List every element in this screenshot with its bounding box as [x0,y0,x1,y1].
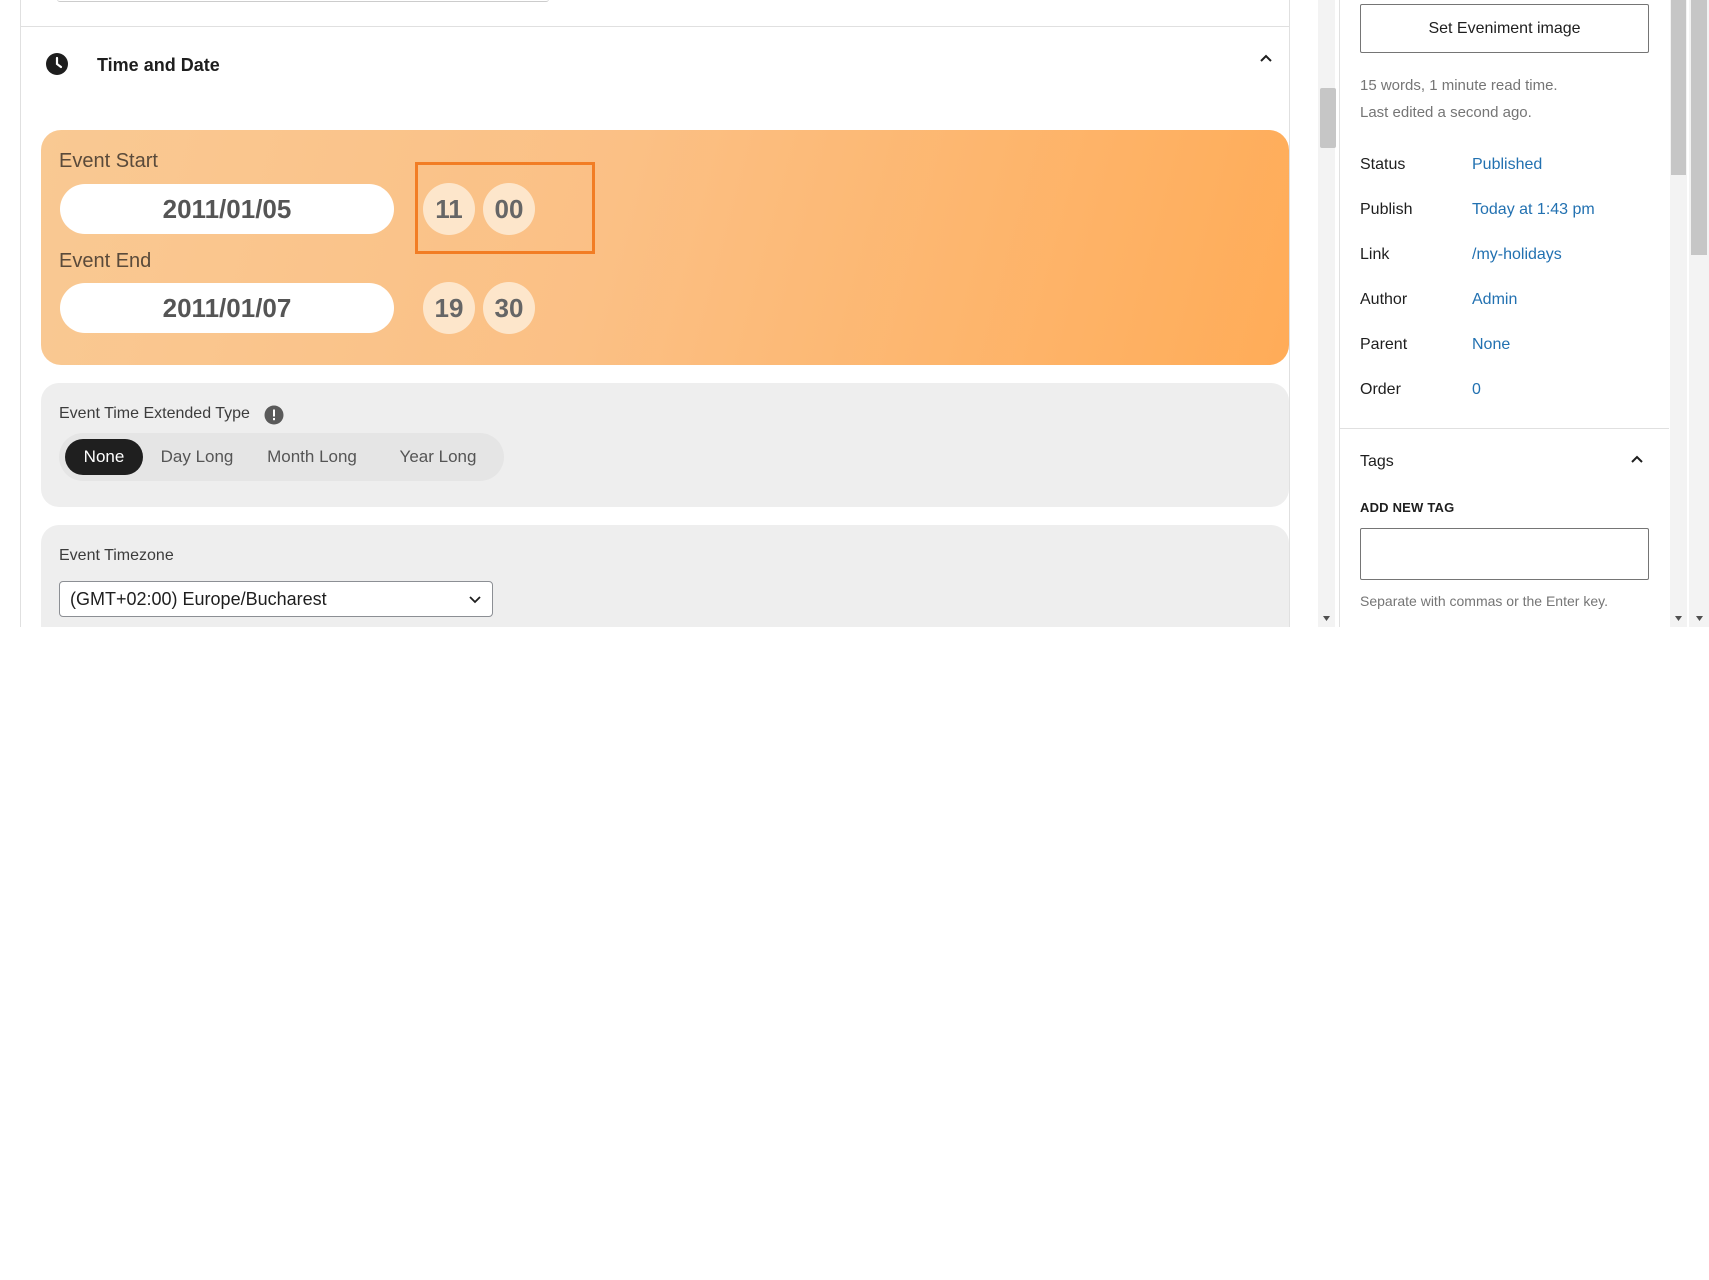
add-new-tag-label: ADD NEW TAG [1360,500,1455,515]
chevron-up-icon[interactable] [1254,47,1278,71]
parent-label: Parent [1360,336,1408,353]
sidebar-scrollbar-thumb[interactable] [1671,0,1686,175]
section-title: Time and Date [97,55,220,75]
author-label: Author [1360,291,1408,308]
extended-type-card: Event Time Extended Type None Day Long M… [41,383,1289,507]
event-end-date-input[interactable]: 2011/01/07 [60,283,394,333]
event-date-card: Event Start 2011/01/05 11 00 Event End 2… [41,130,1289,365]
chevron-down-icon [469,596,481,604]
segment-day-long[interactable]: Day Long [149,439,245,475]
segment-year-long[interactable]: Year Long [379,439,497,475]
event-end-label: Event End [59,250,152,272]
last-edited-text: Last edited a second ago. [1360,104,1532,121]
info-icon[interactable] [264,405,284,425]
set-featured-image-button[interactable]: Set Eveniment image [1360,4,1649,53]
extended-type-segmented-control: None Day Long Month Long Year Long [59,433,504,481]
main-scrollbar-thumb[interactable] [1320,88,1336,148]
previous-field-edge [57,0,549,2]
event-start-label: Event Start [59,150,158,172]
event-end-minute[interactable]: 30 [483,282,535,334]
event-end-hour[interactable]: 19 [423,282,475,334]
event-start-minute[interactable]: 00 [483,183,535,235]
timezone-card: Event Timezone (GMT+02:00) Europe/Buchar… [41,525,1289,627]
time-date-section-header[interactable]: Time and Date [21,27,1289,101]
editor-viewport: Time and Date Event Start 2011/01/05 11 … [0,0,1709,627]
publish-value-link[interactable]: Today at 1:43 pm [1472,201,1595,219]
order-value-link[interactable]: 0 [1472,381,1481,399]
author-value-link[interactable]: Admin [1472,291,1517,309]
publish-label: Publish [1360,201,1413,218]
segment-month-long[interactable]: Month Long [251,439,373,475]
chevron-up-icon[interactable] [1626,449,1648,471]
tag-help-text: Separate with commas or the Enter key. [1360,593,1608,609]
word-count-text: 15 words, 1 minute read time. [1360,77,1558,94]
segment-none[interactable]: None [65,439,143,475]
sidebar-scrollbar[interactable] [1670,0,1687,627]
window-scrollbar-thumb[interactable] [1691,0,1707,255]
permalink-value-link[interactable]: /my-holidays [1472,246,1562,264]
window-scrollbar[interactable] [1689,0,1709,627]
sidebar-divider [1340,428,1669,429]
link-label: Link [1360,246,1390,263]
event-start-hour[interactable]: 11 [423,183,475,235]
settings-sidebar: Set Eveniment image 15 words, 1 minute r… [1339,0,1669,627]
order-label: Order [1360,381,1401,398]
timezone-select[interactable]: (GMT+02:00) Europe/Bucharest [59,581,493,617]
timezone-label: Event Timezone [59,547,174,564]
extended-type-label: Event Time Extended Type [59,405,250,422]
main-scrollbar[interactable] [1318,0,1336,627]
tags-panel-title[interactable]: Tags [1360,453,1394,471]
scroll-down-arrow-icon[interactable] [1318,611,1335,625]
scroll-down-arrow-icon[interactable] [1691,611,1708,625]
main-editor-panel: Time and Date Event Start 2011/01/05 11 … [20,0,1290,627]
scroll-down-arrow-icon[interactable] [1670,611,1687,625]
event-start-date-input[interactable]: 2011/01/05 [60,184,394,234]
status-label: Status [1360,156,1406,173]
parent-value-link[interactable]: None [1472,336,1510,354]
add-tag-input[interactable] [1360,528,1649,580]
status-value-link[interactable]: Published [1472,156,1542,174]
clock-icon [46,53,68,75]
timezone-selected-value: (GMT+02:00) Europe/Bucharest [70,589,327,609]
